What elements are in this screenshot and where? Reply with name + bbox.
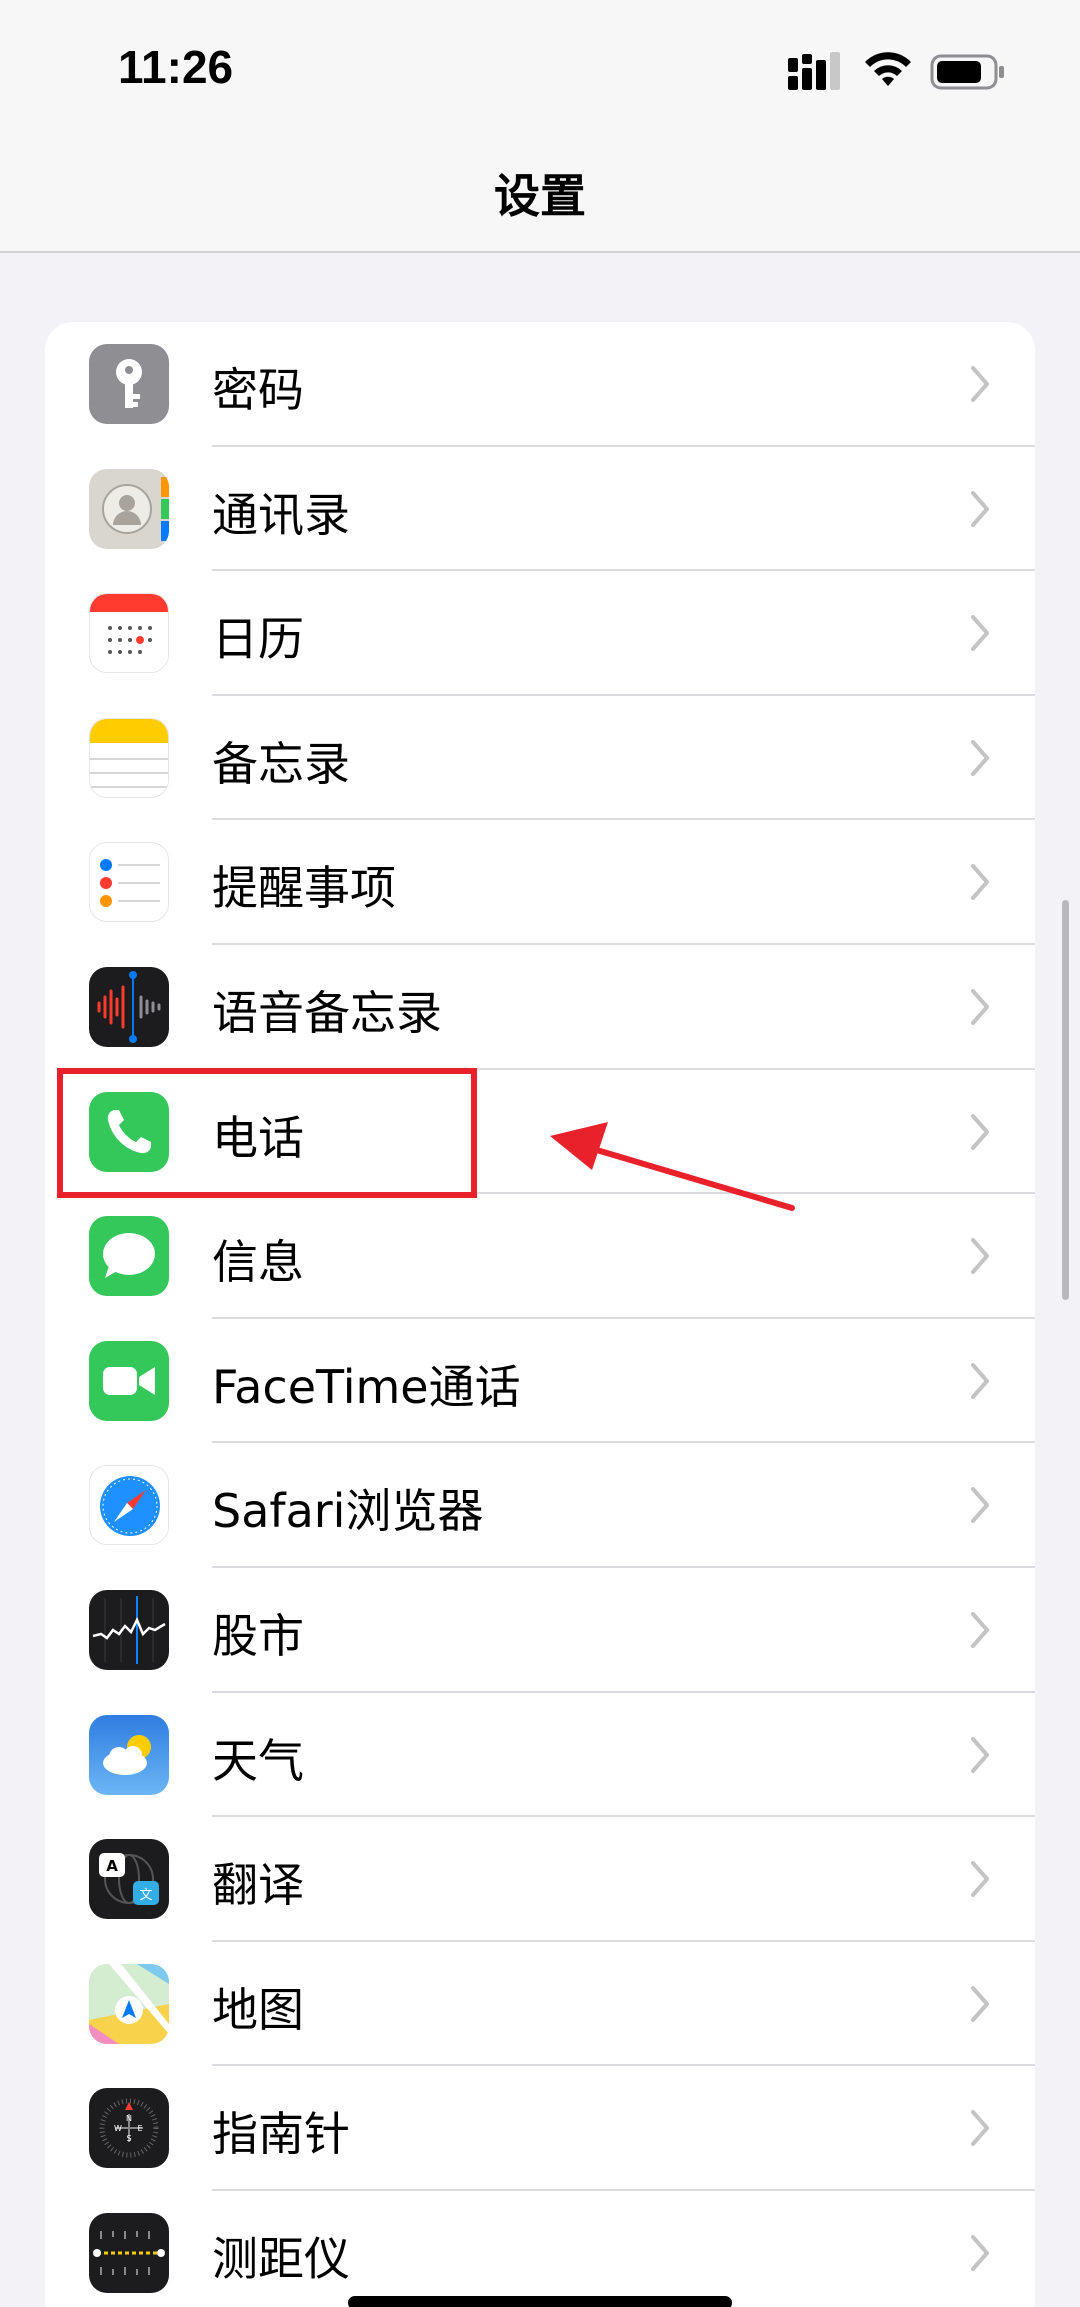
settings-item-label: 通讯录 [212, 487, 350, 542]
safari-icon [89, 1465, 169, 1546]
cellular-signal-icon [788, 52, 840, 90]
key-icon [89, 344, 169, 424]
compass-icon: N SW E [89, 2088, 169, 2169]
settings-item-label: 密码 [212, 363, 304, 417]
home-indicator[interactable] [348, 2296, 732, 2307]
chevron-right-icon [971, 490, 989, 527]
chevron-right-icon [971, 1736, 989, 1773]
settings-item-label: 地图 [212, 1982, 304, 2037]
settings-item-label: Safari浏览器 [212, 1484, 484, 1539]
annotation-highlight-box [57, 1068, 477, 1198]
chevron-right-icon [971, 864, 989, 901]
chevron-right-icon [971, 2235, 989, 2271]
settings-item-notes[interactable]: 备忘录 [45, 696, 1035, 821]
chevron-right-icon [971, 366, 989, 402]
svg-text:A: A [106, 1857, 118, 1875]
svg-text:N: N [126, 2114, 132, 2123]
settings-item-label: 天气 [212, 1733, 304, 1788]
settings-item-reminders[interactable]: 提醒事项 [45, 820, 1035, 945]
settings-item-label: 日历 [212, 612, 304, 667]
settings-item-calendar[interactable]: 日历 [45, 571, 1035, 696]
battery-icon [930, 54, 1004, 90]
notes-icon [89, 717, 169, 798]
page-title: 设置 [494, 169, 586, 223]
settings-item-maps[interactable]: 地图 [45, 1942, 1035, 2067]
settings-item-contacts[interactable]: 通讯录 [45, 447, 1035, 572]
settings-item-label: 信息 [212, 1235, 304, 1290]
messages-icon [89, 1216, 169, 1297]
settings-item-safari[interactable]: Safari浏览器 [45, 1443, 1035, 1568]
status-time: 11:26 [118, 41, 234, 93]
svg-text:W: W [114, 2124, 122, 2133]
weather-icon [89, 1714, 169, 1795]
wifi-icon [865, 52, 911, 86]
settings-item-translate[interactable]: A 文 翻译 [45, 1817, 1035, 1942]
contacts-icon [89, 468, 169, 549]
chevron-right-icon [971, 1612, 989, 1648]
voice-memos-icon [89, 967, 169, 1047]
chevron-right-icon [971, 989, 989, 1025]
settings-item-stocks[interactable]: 股市 [45, 1568, 1035, 1693]
chevron-right-icon [971, 1985, 989, 2022]
maps-icon [89, 1963, 169, 2044]
chevron-right-icon [971, 1362, 989, 1399]
settings-item-voice-memos[interactable]: 语音备忘录 [45, 945, 1035, 1070]
settings-item-passwords[interactable]: 密码 [45, 322, 1035, 447]
chevron-right-icon [971, 1113, 989, 1150]
settings-item-label: 股市 [212, 1609, 304, 1663]
settings-item-facetime[interactable]: FaceTime通话 [45, 1319, 1035, 1444]
navigation-header: 11:26 设置 [0, 0, 1080, 253]
svg-text:S: S [126, 2134, 131, 2143]
reminders-icon [89, 842, 169, 923]
settings-item-label: 指南针 [212, 2107, 350, 2162]
settings-item-label: 测距仪 [212, 2232, 350, 2286]
settings-item-measure[interactable]: 测距仪 [45, 2191, 1035, 2307]
chevron-right-icon [971, 1238, 989, 1275]
chevron-right-icon [971, 2110, 989, 2147]
settings-item-label: 语音备忘录 [212, 986, 442, 1040]
stocks-icon [89, 1590, 169, 1670]
chevron-right-icon [971, 615, 989, 652]
svg-text:E: E [137, 2124, 142, 2133]
settings-screen: 11:26 设置 密码 通讯录 日历 备忘录 提醒事项 语音备忘录 电话 信息 … [0, 0, 1080, 2307]
calendar-icon [89, 593, 169, 674]
scrollbar[interactable] [1062, 900, 1069, 1300]
settings-list: 密码 通讯录 日历 备忘录 提醒事项 语音备忘录 电话 信息 FaceTime通… [45, 322, 1035, 2307]
facetime-icon [89, 1340, 169, 1421]
settings-item-weather[interactable]: 天气 [45, 1693, 1035, 1818]
chevron-right-icon [971, 1487, 989, 1524]
annotation-arrow-icon [550, 1122, 795, 1211]
measure-icon [89, 2213, 169, 2293]
translate-icon: A 文 [89, 1839, 169, 1920]
svg-text:文: 文 [139, 1888, 152, 1903]
settings-item-label: 提醒事项 [212, 861, 396, 916]
settings-item-label: 备忘录 [212, 736, 350, 791]
settings-item-label: FaceTime通话 [212, 1359, 521, 1414]
settings-item-compass[interactable]: N SW E 指南针 [45, 2066, 1035, 2191]
settings-item-label: 翻译 [212, 1858, 304, 1913]
chevron-right-icon [971, 739, 989, 776]
chevron-right-icon [971, 1861, 989, 1898]
